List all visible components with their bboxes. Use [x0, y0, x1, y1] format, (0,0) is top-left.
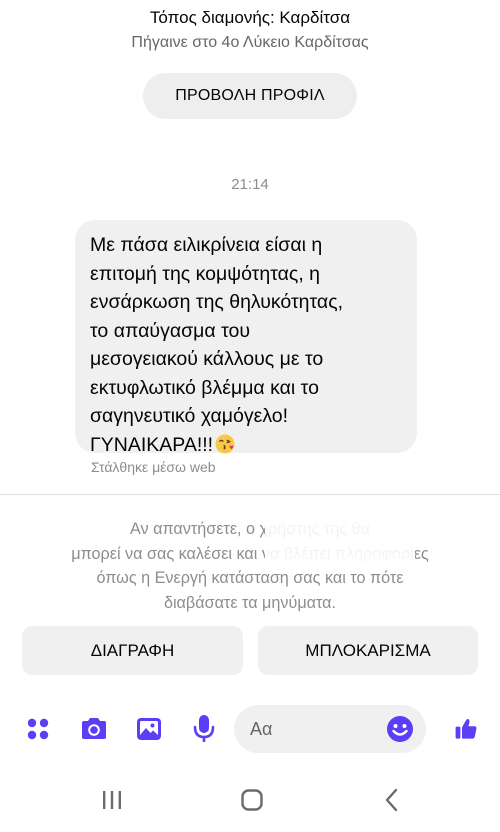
like-icon[interactable] [454, 706, 478, 752]
profile-location: Τόπος διαμονής: Καρδίτσα [149, 8, 351, 27]
camera-icon[interactable] [76, 706, 112, 752]
block-button[interactable]: ΜΠΛΟΚΑΡΙΣΜΑ [258, 626, 478, 675]
system-nav-bar [0, 780, 500, 820]
message-text: Με πάσα ειλικρίνεια είσαι η επιτομή της … [90, 234, 344, 456]
profile-school: Πήγαινε στο 4ο Λύκειο Καρδίτσας [131, 34, 369, 51]
delete-button[interactable]: ΔΙΑΓΡΑΦΗ [22, 626, 243, 675]
menu-dots-icon[interactable] [20, 706, 56, 752]
microphone-icon[interactable] [186, 706, 222, 752]
gallery-icon[interactable] [131, 706, 167, 752]
message-timestamp: 21:14 [231, 176, 269, 193]
face-blowing-kiss-icon [215, 434, 235, 454]
home-icon[interactable] [222, 780, 282, 820]
profile-header: Τόπος διαμονής: Καρδίτσα Πήγαινε στο 4ο … [0, 6, 500, 55]
emoji-icon[interactable] [384, 709, 416, 749]
divider [0, 494, 500, 495]
recent-apps-icon[interactable] [82, 780, 142, 820]
sent-via-label: Στάλθηκε μέσω web [91, 459, 216, 475]
back-icon[interactable] [362, 780, 422, 820]
view-profile-button[interactable]: ΠΡΟΒΟΛΗ ΠΡΟΦΙΛ [143, 73, 357, 119]
redacted-name [265, 517, 415, 565]
message-bubble[interactable]: Με πάσα ειλικρίνεια είσαι η επιτομή της … [75, 220, 417, 456]
